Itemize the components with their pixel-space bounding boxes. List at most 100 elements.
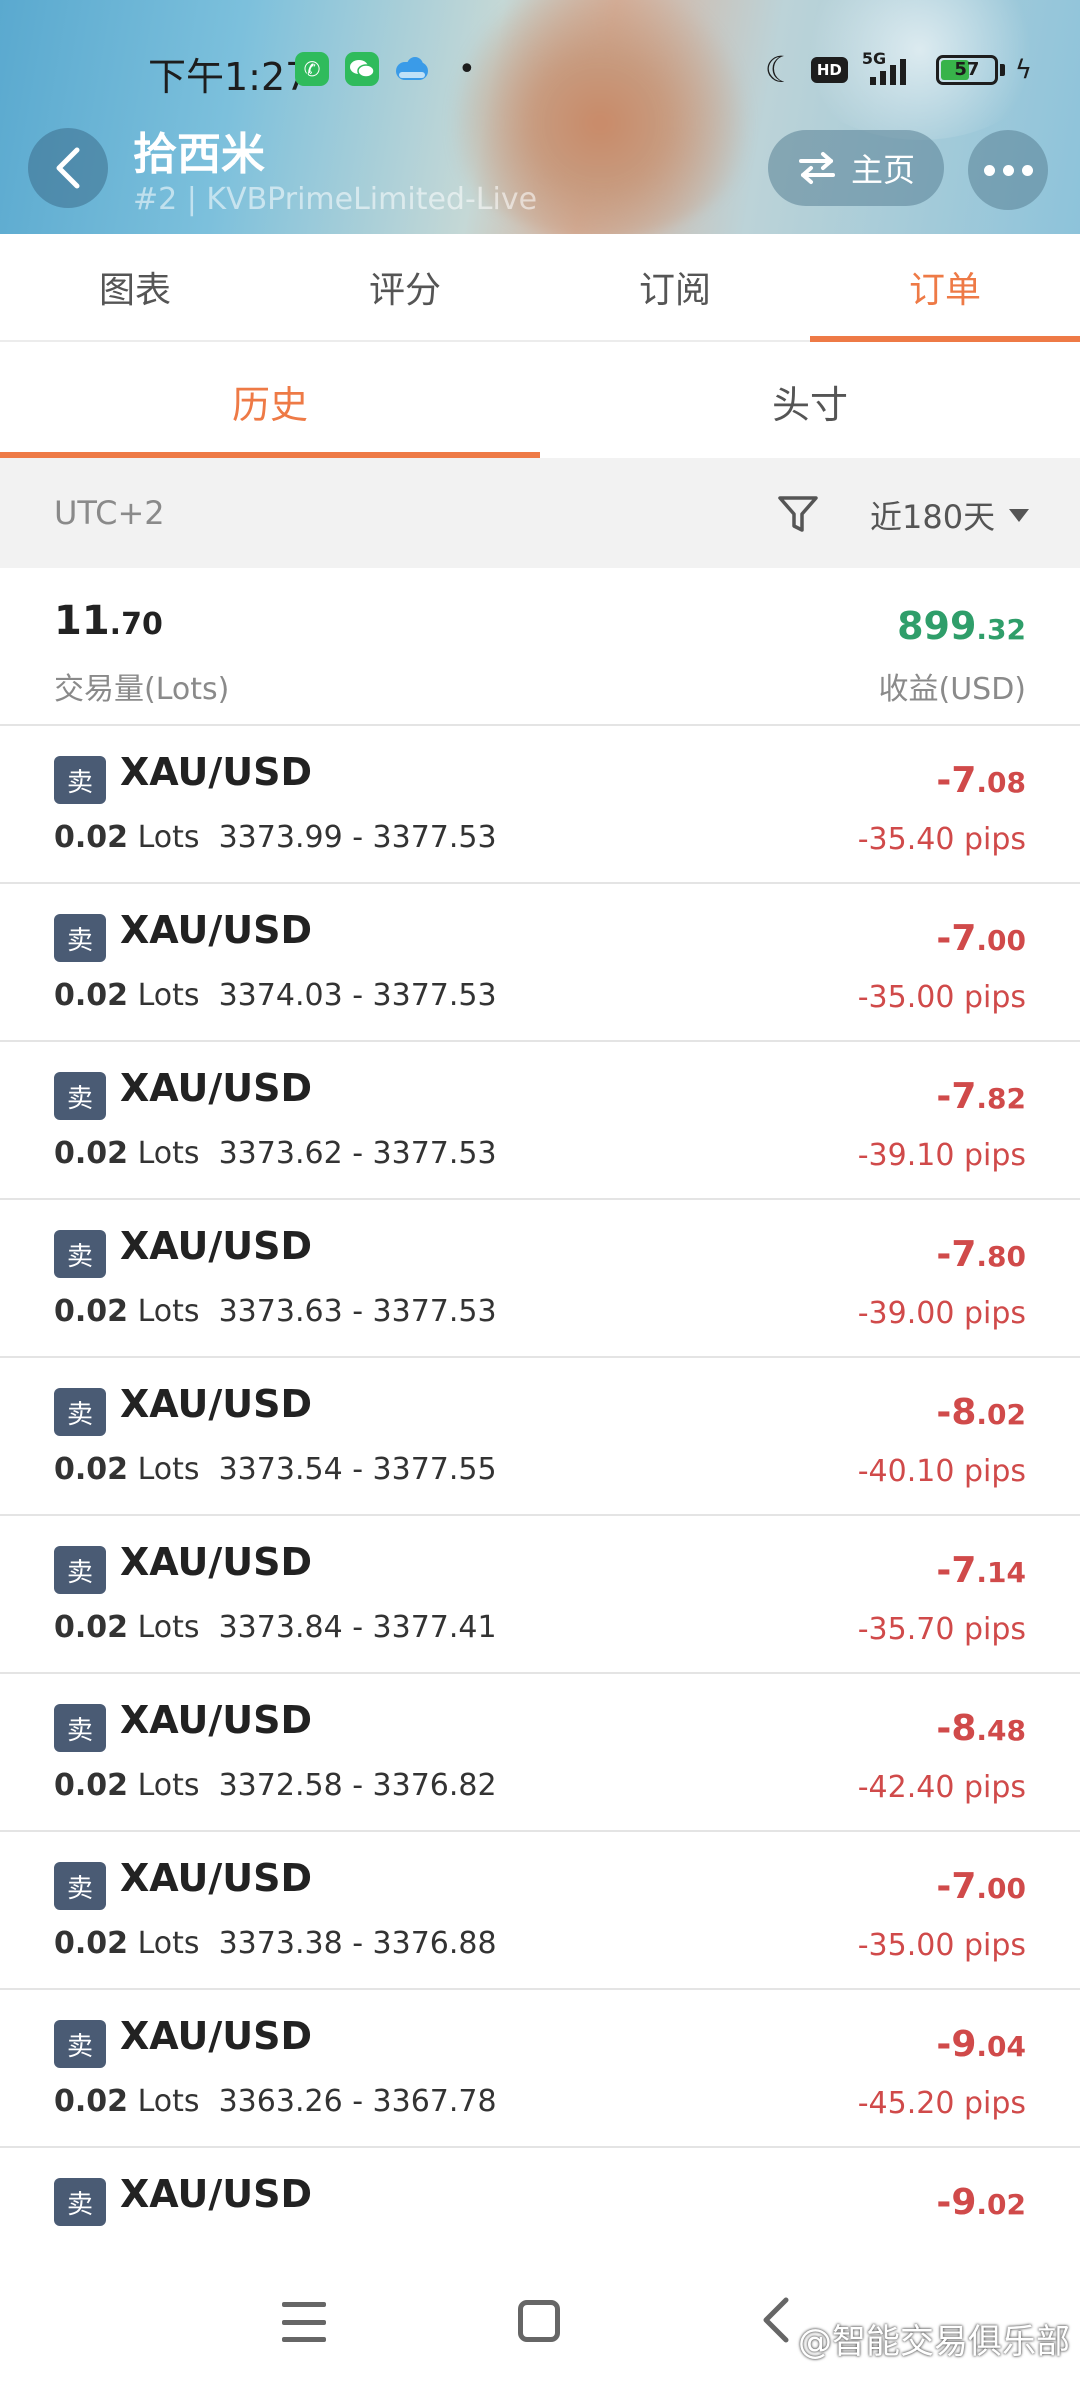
filter-icon[interactable] [776,492,820,536]
order-row[interactable]: 卖 XAU/USD 0.02 Lots 3374.03 - 3377.53 -7… [0,884,1080,1042]
order-list: 卖 XAU/USD 0.02 Lots 3373.99 - 3377.53 -7… [0,726,1080,2306]
order-lots-unit: Lots [137,1294,200,1329]
order-prices: 3363.26 - 3367.78 [218,2084,497,2119]
sell-badge: 卖 [54,756,106,804]
order-symbol: XAU/USD [120,1540,313,1584]
order-pnl-dec: .02 [976,2188,1026,2221]
more-dot-icon [1021,164,1033,176]
tab-chart[interactable]: 图表 [0,234,270,340]
sell-badge: 卖 [54,1072,106,1120]
order-row[interactable]: 卖 XAU/USD 0.02 Lots 3372.58 - 3376.82 -8… [0,1674,1080,1832]
order-pnl: -7.08 [936,760,1026,801]
subtab-positions[interactable]: 头寸 [540,344,1080,458]
order-lots-unit: Lots [137,1768,200,1803]
signal-bars [869,59,906,85]
order-lots: 0.02 [54,1294,129,1329]
filter-bar: UTC+2 近180天 [0,458,1080,568]
sell-badge: 卖 [54,1862,106,1910]
recent-apps-button[interactable] [282,2302,326,2342]
order-detail: 0.02 Lots 3373.54 - 3377.55 [54,1452,497,1487]
order-lots: 0.02 [54,2084,129,2119]
order-prices: 3373.38 - 3376.88 [218,1926,497,1961]
order-pnl: -8.48 [936,1708,1026,1749]
order-row[interactable]: 卖 XAU/USD 0.02 Lots 3373.63 - 3377.53 -7… [0,1200,1080,1358]
order-pips: -35.40 pips [857,822,1026,857]
order-pnl-dec: .08 [976,766,1026,799]
signal-bar [889,65,896,85]
order-symbol: XAU/USD [120,750,313,794]
summary-panel: 11.70 交易量(Lots) 899.32 收益(USD) [0,568,1080,726]
order-pnl: -7.80 [936,1234,1026,1275]
back-button[interactable] [28,128,108,208]
subtab-history[interactable]: 历史 [0,344,540,458]
volume-dec: .70 [109,607,163,642]
order-pips: -39.00 pips [857,1296,1026,1331]
order-row[interactable]: 卖 XAU/USD 0.02 Lots 3373.38 - 3376.88 -7… [0,1832,1080,1990]
profit-value: 899.32 [897,604,1026,648]
order-pips: -40.10 pips [857,1454,1026,1489]
order-pips: -42.40 pips [857,1770,1026,1805]
order-lots-unit: Lots [137,1452,200,1487]
order-pnl: -7.82 [936,1076,1026,1117]
order-lots: 0.02 [54,820,129,855]
charging-icon: ϟ [1014,55,1032,85]
date-range-dropdown[interactable]: 近180天 [870,492,1030,538]
more-dot-icon [1002,164,1014,176]
volume-int: 11 [54,598,110,644]
order-pnl-int: -7 [936,1866,977,1907]
signal-bar [879,71,886,85]
order-prices: 3372.58 - 3376.82 [218,1768,497,1803]
order-row[interactable]: 卖 XAU/USD 0.02 Lots 3373.54 - 3377.55 -8… [0,1358,1080,1516]
timezone-label: UTC+2 [54,494,165,532]
order-symbol: XAU/USD [120,1382,313,1426]
main-tab-bar: 图表 评分 订阅 订单 [0,234,1080,342]
order-prices: 3373.54 - 3377.55 [218,1452,497,1487]
order-pnl-dec: .00 [976,924,1026,957]
order-pips: -35.00 pips [857,980,1026,1015]
home-nav-button[interactable] [518,2300,560,2342]
status-bar: 下午1:27 ✆ • ☾ HD 5G 57 ϟ [0,0,1080,120]
order-lots: 0.02 [54,1452,129,1487]
order-lots-unit: Lots [137,820,200,855]
menu-line [282,2319,326,2325]
order-row[interactable]: 卖 XAU/USD 0.02 Lots 3373.99 - 3377.53 -7… [0,726,1080,884]
app-header: 下午1:27 ✆ • ☾ HD 5G 57 ϟ 拾西米 #2 | KVBPrim… [0,0,1080,234]
system-nav-bar: @智能交易俱乐部 [0,2266,1080,2400]
home-button[interactable]: 主页 [768,130,944,206]
sell-badge: 卖 [54,1704,106,1752]
order-pnl-int: -7 [936,1076,977,1117]
sell-badge: 卖 [54,1546,106,1594]
order-symbol: XAU/USD [120,1224,313,1268]
order-row[interactable]: 卖 XAU/USD 0.02 Lots 3363.26 - 3367.78 -9… [0,1990,1080,2148]
order-pnl: -7.14 [936,1550,1026,1591]
order-pnl: -9.04 [936,2024,1026,2065]
order-row[interactable]: 卖 XAU/USD 0.02 Lots 3373.62 - 3377.53 -7… [0,1042,1080,1200]
home-button-label: 主页 [850,151,915,189]
order-pnl: -7.00 [936,1866,1026,1907]
sell-badge: 卖 [54,1388,106,1436]
chevron-left-icon [56,147,80,189]
swap-arrows-icon [798,152,835,184]
order-symbol: XAU/USD [120,908,313,952]
back-nav-icon[interactable] [760,2296,790,2344]
order-pips: -45.20 pips [857,2086,1026,2121]
tab-orders[interactable]: 订单 [810,234,1080,342]
battery-icon: 57 [935,55,998,85]
hd-icon: HD [810,57,848,83]
tab-rating[interactable]: 评分 [270,234,540,340]
order-lots: 0.02 [54,1768,129,1803]
order-prices: 3373.63 - 3377.53 [218,1294,497,1329]
order-pnl-dec: .48 [976,1714,1026,1747]
profit-label: 收益(USD) [878,672,1026,707]
more-options-button[interactable] [968,130,1048,210]
volume-label: 交易量(Lots) [54,672,230,707]
order-row[interactable]: 卖 XAU/USD 0.02 Lots 3373.84 - 3377.41 -7… [0,1516,1080,1674]
phone-app-icon: ✆ [295,52,329,86]
date-range-label: 近180天 [870,498,996,536]
order-detail: 0.02 Lots 3372.58 - 3376.82 [54,1768,497,1803]
order-symbol: XAU/USD [120,1856,313,1900]
order-symbol: XAU/USD [120,1066,313,1110]
tab-subscribe[interactable]: 订阅 [540,234,810,340]
order-prices: 3373.84 - 3377.41 [218,1610,497,1645]
order-pnl: -7.00 [936,918,1026,959]
